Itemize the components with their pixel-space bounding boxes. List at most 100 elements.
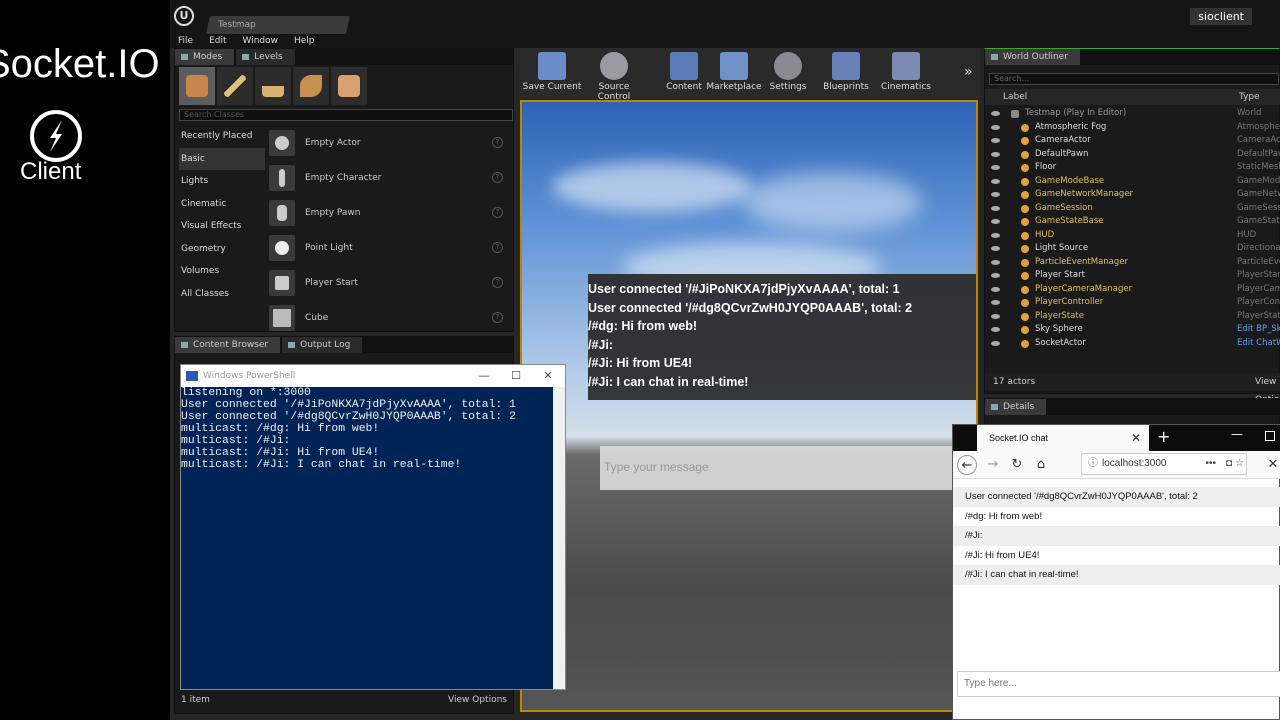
- outliner-row[interactable]: PlayerCameraManager PlayerCameraManager: [985, 283, 1280, 297]
- source-control-button[interactable]: Source Control: [584, 52, 644, 102]
- geometry-mode-icon[interactable]: [331, 67, 367, 105]
- url-bar[interactable]: ⓘ localhost:3000 ••• ◘ ☆: [1081, 453, 1247, 475]
- column-type[interactable]: Type: [1239, 89, 1260, 105]
- ingame-message-input[interactable]: Type your message: [600, 446, 976, 490]
- visibility-eye-icon[interactable]: [991, 259, 1000, 265]
- outliner-row[interactable]: Sky Sphere Edit BP_Sky_Sphere: [985, 323, 1280, 337]
- column-label[interactable]: Label: [1003, 89, 1027, 105]
- category-geometry[interactable]: Geometry: [179, 237, 265, 260]
- tab-world-outliner[interactable]: World Outliner: [985, 49, 1080, 65]
- outliner-row[interactable]: HUD HUD: [985, 229, 1280, 243]
- visibility-eye-icon[interactable]: [991, 300, 1000, 305]
- cinematics-button[interactable]: Cinematics: [876, 52, 936, 92]
- outliner-row[interactable]: GameSession GameSession: [985, 202, 1280, 216]
- close-icon[interactable]: ✕: [1263, 455, 1280, 475]
- menu-edit[interactable]: Edit: [201, 34, 234, 48]
- visibility-eye-icon[interactable]: [991, 286, 1000, 292]
- close-tab-icon[interactable]: ✕: [1131, 425, 1141, 451]
- visibility-eye-icon[interactable]: [991, 151, 1000, 157]
- maximize-button[interactable]: [1265, 431, 1275, 441]
- visibility-eye-icon[interactable]: [991, 313, 1000, 319]
- class-item[interactable]: Point Light?: [267, 230, 507, 265]
- category-volumes[interactable]: Volumes: [179, 260, 265, 283]
- scrollbar[interactable]: [553, 387, 565, 689]
- place-mode-icon[interactable]: [179, 67, 215, 105]
- outliner-row[interactable]: ParticleEventManager ParticleEventManager: [985, 256, 1280, 270]
- landscape-mode-icon[interactable]: [255, 67, 291, 105]
- browser-tab[interactable]: Socket.IO chat ✕: [977, 425, 1149, 451]
- visibility-eye-icon[interactable]: [991, 273, 1000, 278]
- outliner-row[interactable]: PlayerState PlayerState: [985, 310, 1280, 324]
- visibility-eye-icon[interactable]: [991, 246, 1000, 251]
- menu-window[interactable]: Window: [235, 34, 287, 48]
- visibility-eye-icon[interactable]: [991, 232, 1000, 238]
- category-visual-effects[interactable]: Visual Effects: [179, 215, 265, 238]
- view-options-button[interactable]: View Options: [448, 689, 507, 711]
- visibility-eye-icon[interactable]: [991, 205, 1000, 211]
- outliner-row[interactable]: Atmospheric Fog AtmosphericFog: [985, 121, 1280, 135]
- help-icon[interactable]: ?: [492, 277, 503, 288]
- visibility-eye-icon[interactable]: [991, 192, 1000, 197]
- help-icon[interactable]: ?: [492, 207, 503, 218]
- class-item[interactable]: Empty Character?: [267, 160, 507, 195]
- pocket-icon[interactable]: ◘: [1226, 454, 1232, 474]
- tab-modes[interactable]: Modes: [175, 49, 235, 65]
- menu-help[interactable]: Help: [286, 34, 323, 48]
- save-current-button[interactable]: Save Current: [522, 52, 582, 92]
- class-item[interactable]: Player Start?: [267, 265, 507, 300]
- help-icon[interactable]: ?: [492, 312, 503, 323]
- forward-icon[interactable]: →: [983, 455, 1003, 475]
- visibility-eye-icon[interactable]: [991, 124, 1000, 130]
- level-viewport[interactable]: User connected '/#JiPoNKXA7jdPjyXvAAAA',…: [520, 100, 978, 712]
- chat-input[interactable]: Type here...: [957, 671, 1280, 697]
- bookmark-star-icon[interactable]: ☆: [1235, 454, 1244, 474]
- search-classes-input[interactable]: Search Classes: [179, 109, 513, 121]
- tab-levels[interactable]: Levels: [236, 49, 295, 65]
- tab-output-log[interactable]: Output Log: [282, 337, 363, 353]
- maximize-button[interactable]: ☐: [499, 365, 533, 387]
- outliner-row[interactable]: PlayerController PlayerController: [985, 296, 1280, 310]
- outliner-search-input[interactable]: Search...: [989, 73, 1279, 85]
- more-icon[interactable]: •••: [1205, 454, 1216, 474]
- menu-file[interactable]: File: [170, 34, 201, 48]
- info-icon[interactable]: ⓘ: [1088, 454, 1098, 474]
- help-icon[interactable]: ?: [492, 172, 503, 183]
- outliner-row[interactable]: SocketActor Edit ChatWidget: [985, 337, 1280, 351]
- category-lights[interactable]: Lights: [179, 170, 265, 193]
- category-basic[interactable]: Basic: [179, 147, 265, 170]
- visibility-eye-icon[interactable]: [991, 111, 1000, 116]
- console-output[interactable]: listening on *:3000 User connected '/#Ji…: [181, 387, 553, 689]
- category-recently-placed[interactable]: Recently Placed: [179, 125, 265, 148]
- help-icon[interactable]: ?: [492, 242, 503, 253]
- close-button[interactable]: ✕: [531, 365, 565, 387]
- reload-icon[interactable]: ↻: [1007, 455, 1027, 475]
- help-icon[interactable]: ?: [492, 137, 503, 148]
- class-item[interactable]: Empty Actor?: [267, 125, 507, 160]
- category-all-classes[interactable]: All Classes: [179, 282, 265, 305]
- visibility-eye-icon[interactable]: [991, 178, 1000, 184]
- paint-mode-icon[interactable]: [217, 67, 253, 105]
- marketplace-button[interactable]: Marketplace: [704, 52, 764, 92]
- outliner-row[interactable]: GameNetworkManager GameNetworkManager: [985, 188, 1280, 202]
- settings-button[interactable]: Settings: [758, 52, 818, 92]
- visibility-eye-icon[interactable]: [991, 138, 1000, 143]
- outliner-row[interactable]: Player Start PlayerStart: [985, 269, 1280, 283]
- class-item[interactable]: Cube?: [267, 300, 507, 335]
- outliner-row[interactable]: DefaultPawn DefaultPawn: [985, 148, 1280, 162]
- home-icon[interactable]: ⌂: [1031, 455, 1051, 475]
- tab-content-browser[interactable]: Content Browser: [175, 337, 281, 353]
- new-tab-icon[interactable]: +: [1157, 427, 1170, 446]
- blueprints-button[interactable]: Blueprints: [816, 52, 876, 92]
- tab-details[interactable]: Details: [985, 399, 1047, 415]
- minimize-button[interactable]: —: [1231, 427, 1243, 441]
- visibility-eye-icon[interactable]: [991, 219, 1000, 224]
- outliner-row[interactable]: GameModeBase GameModeBase: [985, 175, 1280, 189]
- visibility-eye-icon[interactable]: [991, 165, 1000, 170]
- outliner-row[interactable]: Light Source DirectionalLight: [985, 242, 1280, 256]
- outliner-row[interactable]: Floor StaticMeshActor: [985, 161, 1280, 175]
- foliage-mode-icon[interactable]: [293, 67, 329, 105]
- class-item[interactable]: Empty Pawn?: [267, 195, 507, 230]
- minimize-button[interactable]: —: [467, 365, 501, 387]
- outliner-row[interactable]: Testmap (Play In Editor) World: [985, 107, 1280, 121]
- back-icon[interactable]: ←: [957, 455, 977, 475]
